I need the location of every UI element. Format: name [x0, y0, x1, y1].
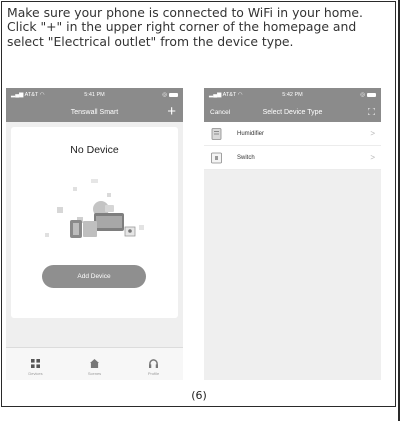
chevron-right-icon: >: [370, 129, 375, 138]
device-type-list: Humidifier > Switch >: [204, 122, 381, 170]
status-indicators: ◎: [360, 92, 376, 98]
chevron-right-icon: >: [370, 153, 375, 162]
instructions: Make sure your phone is connected to WiF…: [7, 5, 391, 49]
device-type-label: Humidifier: [237, 130, 265, 137]
tab-devices[interactable]: Devices: [6, 348, 65, 380]
alarm-icon: ◎: [360, 92, 365, 98]
tab-label: Scenes: [87, 371, 102, 376]
status-indicators: ◎: [162, 92, 178, 98]
headphones-icon: [149, 359, 158, 368]
page-number: (6): [191, 389, 207, 402]
tab-scenes[interactable]: Scenes: [65, 348, 124, 380]
battery-icon: [367, 93, 376, 97]
status-bar: ▂▄▆ AT&T ◠ 5:42 PM ◎: [204, 88, 381, 102]
instruction-line: Click "+" in the upper right corner of t…: [7, 19, 357, 35]
phone-select-device-screen: ▂▄▆ AT&T ◠ 5:42 PM ◎ Cancel Select Devic…: [204, 88, 381, 380]
device-type-switch[interactable]: Switch >: [204, 146, 381, 170]
device-type-label: Switch: [237, 154, 255, 161]
nav-bar: Cancel Select Device Type: [204, 102, 381, 122]
add-device-plus-button[interactable]: +: [167, 103, 176, 120]
tab-label: Devices: [28, 371, 43, 376]
add-device-button[interactable]: Add Device: [42, 265, 146, 288]
page-divider: [398, 0, 400, 421]
battery-icon: [169, 93, 178, 97]
phone-home-screen: ▂▄▆ AT&T ◠ 5:41 PM ◎ Tenswall Smart + No…: [6, 88, 183, 380]
instruction-line: Make sure your phone is connected to WiF…: [7, 5, 363, 20]
empty-state-title: No Device: [70, 144, 119, 156]
alarm-icon: ◎: [162, 92, 167, 98]
nav-bar: Tenswall Smart +: [6, 102, 183, 122]
switch-icon: [211, 152, 222, 163]
home-icon: [90, 359, 99, 368]
cancel-button[interactable]: Cancel: [210, 109, 230, 116]
device-type-humidifier[interactable]: Humidifier >: [204, 122, 381, 146]
tab-bar: Devices Scenes Profile: [6, 347, 183, 380]
tab-label: Profile: [147, 371, 160, 376]
status-time: 5:42 PM: [282, 92, 303, 98]
empty-state-card: No Device Add Device: [11, 127, 178, 318]
tab-profile[interactable]: Profile: [124, 348, 183, 380]
status-time: 5:41 PM: [84, 92, 105, 98]
humidifier-icon: [211, 127, 222, 140]
scan-icon[interactable]: [368, 108, 375, 115]
instruction-line: select "Electrical outlet" from the devi…: [7, 33, 294, 49]
status-bar: ▂▄▆ AT&T ◠ 5:41 PM ◎: [6, 88, 183, 102]
screen-title: Select Device Type: [262, 108, 323, 116]
app-title: Tenswall Smart: [70, 108, 119, 116]
devices-illustration-icon: [45, 179, 144, 238]
devices-grid-icon: [31, 359, 40, 368]
